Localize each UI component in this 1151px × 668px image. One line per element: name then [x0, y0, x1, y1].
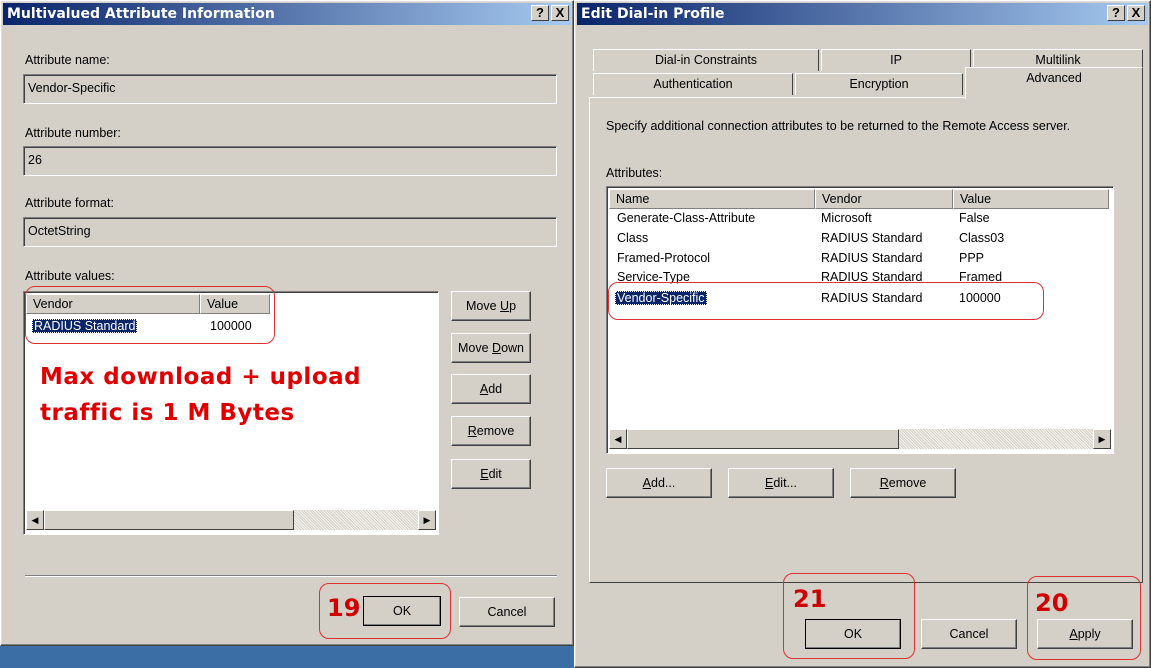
annotation-line-2: traffic is 1 M Bytes	[40, 400, 295, 426]
ok-button-right[interactable]: OK	[805, 619, 901, 649]
row-vendor: RADIUS Standard	[821, 231, 923, 245]
row-value: Class03	[959, 231, 1005, 245]
attribute-values-label: Attribute values:	[25, 269, 115, 283]
row-vendor: RADIUS Standard	[821, 251, 923, 265]
add-button[interactable]: Add	[451, 374, 531, 404]
edit-button[interactable]: Edit	[451, 459, 531, 489]
add-attribute-button[interactable]: Add...	[606, 468, 712, 498]
attribute-name-field: Vendor-Specific	[23, 74, 557, 104]
edit-attribute-button[interactable]: Edit...	[728, 468, 834, 498]
left-dialog-title: Multivalued Attribute Information	[7, 6, 275, 22]
move-up-button[interactable]: Move Up	[451, 291, 531, 321]
cancel-button[interactable]: Cancel	[459, 597, 555, 627]
annotation-step-20: 20	[1035, 589, 1069, 617]
close-button-right[interactable]: X	[1127, 5, 1145, 21]
apply-button[interactable]: Apply	[1037, 619, 1133, 649]
remove-button[interactable]: Remove	[451, 416, 531, 446]
attributes-list[interactable]: Name Vendor Value Generate-Class-Attribu…	[606, 186, 1114, 454]
tab-authentication[interactable]: Authentication	[593, 73, 793, 95]
right-dialog-title: Edit Dial-in Profile	[581, 6, 725, 22]
attributes-horizontal-scrollbar[interactable]: ◀ ▶	[609, 429, 1111, 449]
row-value: False	[959, 211, 990, 225]
scroll-thumb[interactable]	[44, 510, 294, 530]
move-down-button[interactable]: Move Down	[451, 333, 531, 363]
help-button[interactable]: ?	[531, 5, 549, 21]
help-button-right[interactable]: ?	[1107, 5, 1125, 21]
tab-ip[interactable]: IP	[821, 49, 971, 71]
attribute-number-label: Attribute number:	[25, 126, 121, 140]
row-name: Framed-Protocol	[617, 251, 711, 265]
attribute-number-field: 26	[23, 146, 557, 176]
panel-description: Specify additional connection attributes…	[606, 119, 1071, 133]
annotation-step-21: 21	[793, 585, 827, 613]
tab-encryption[interactable]: Encryption	[795, 73, 963, 95]
column-header-value-right[interactable]: Value	[953, 189, 1109, 209]
ok-button[interactable]: OK	[363, 596, 441, 626]
edit-dial-in-profile-dialog: Edit Dial-in Profile ? X Dial-in Constra…	[574, 0, 1151, 668]
left-title-bar: Multivalued Attribute Information	[3, 3, 571, 25]
tab-advanced[interactable]: Advanced	[965, 67, 1143, 99]
annotation-highlight-row	[25, 286, 275, 344]
row-name: Generate-Class-Attribute	[617, 211, 756, 225]
annotation-line-1: Max download + upload	[40, 364, 362, 390]
attribute-format-field: OctetString	[23, 217, 557, 247]
remove-attribute-button[interactable]: Remove	[850, 468, 956, 498]
row-value: PPP	[959, 251, 985, 265]
scroll-right-icon[interactable]: ▶	[418, 510, 436, 530]
scroll-left-icon[interactable]: ◀	[26, 510, 44, 530]
annotation-step-19: 19	[327, 594, 361, 622]
attribute-format-label: Attribute format:	[25, 196, 114, 210]
tab-dial-in-constraints[interactable]: Dial-in Constraints	[593, 49, 819, 71]
scroll-thumb[interactable]	[627, 429, 899, 449]
column-header-name[interactable]: Name	[609, 189, 815, 209]
multivalued-attribute-dialog: Multivalued Attribute Information ? X At…	[0, 0, 574, 646]
row-vendor: Microsoft	[821, 211, 872, 225]
annotation-highlight-vendor-specific	[608, 282, 1044, 320]
cancel-button-right[interactable]: Cancel	[921, 619, 1017, 649]
attributes-label: Attributes:	[606, 166, 663, 180]
annotation-note: Max download + upload traffic is 1 M Byt…	[40, 359, 361, 431]
row-name: Class	[617, 231, 649, 245]
advanced-tab-panel: Specify additional connection attributes…	[589, 97, 1143, 583]
right-title-bar: Edit Dial-in Profile	[577, 3, 1148, 25]
close-button[interactable]: X	[551, 5, 569, 21]
attribute-name-label: Attribute name:	[25, 53, 110, 67]
column-header-vendor-right[interactable]: Vendor	[815, 189, 953, 209]
left-separator	[25, 575, 557, 577]
scroll-right-icon[interactable]: ▶	[1093, 429, 1111, 449]
horizontal-scrollbar[interactable]: ◀ ▶	[26, 510, 436, 530]
scroll-left-icon[interactable]: ◀	[609, 429, 627, 449]
